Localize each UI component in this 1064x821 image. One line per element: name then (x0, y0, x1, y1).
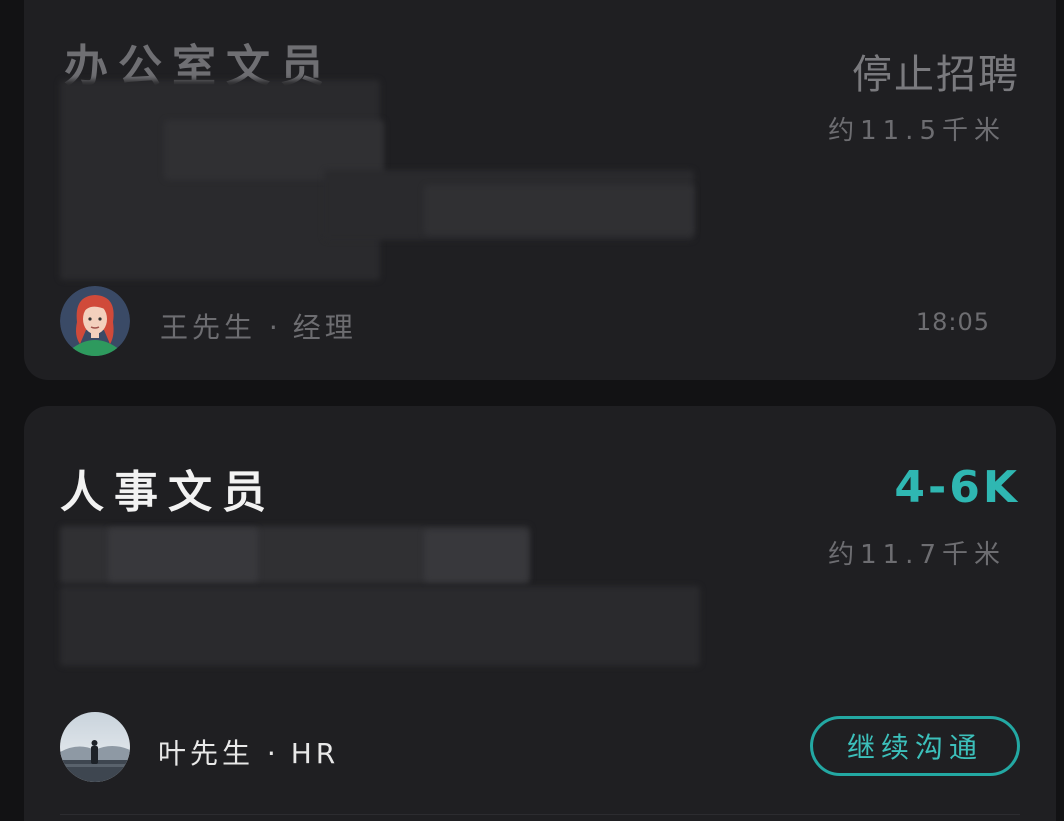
recruiter-name: 王先生 (160, 311, 257, 344)
redaction-block (60, 586, 700, 666)
message-time: 18:05 (915, 308, 990, 336)
continue-chat-button[interactable]: 继续沟通 (810, 716, 1020, 776)
job-card-office-clerk[interactable]: 办公室文员 停止招聘 约11.5千米 王先生 · 经理 18:05 (24, 0, 1056, 380)
recruiter-separator: · (266, 737, 278, 770)
landscape-photo-avatar-icon (60, 712, 130, 782)
job-card-hr-clerk[interactable]: 人事文员 4-6K 约11.7千米 叶先生 · HR 继续沟通 (24, 406, 1056, 821)
recruiter-info: 叶先生 · HR (158, 732, 339, 772)
redaction-block (108, 528, 258, 582)
job-list-screen: 办公室文员 停止招聘 约11.5千米 王先生 · 经理 18:05 人事文员 4… (0, 0, 1064, 821)
divider (60, 814, 1020, 815)
job-distance: 约11.7千米 (828, 540, 1006, 570)
recruiter-avatar[interactable] (60, 286, 130, 356)
recruiter-info: 王先生 · 经理 (160, 306, 357, 346)
recruiter-avatar[interactable] (60, 712, 130, 782)
job-title: 人事文员 (60, 467, 276, 518)
job-distance: 约11.5千米 (828, 116, 1006, 146)
redaction-block (424, 530, 528, 582)
redaction-block (424, 185, 694, 235)
job-status: 停止招聘 (852, 52, 1020, 98)
woman-avatar-icon (60, 286, 130, 356)
recruiter-role: HR (290, 737, 340, 770)
recruiter-separator: · (268, 311, 280, 344)
recruiter-name: 叶先生 (158, 737, 255, 770)
recruiter-role: 经理 (292, 311, 357, 344)
job-salary: 4-6K (894, 462, 1020, 513)
